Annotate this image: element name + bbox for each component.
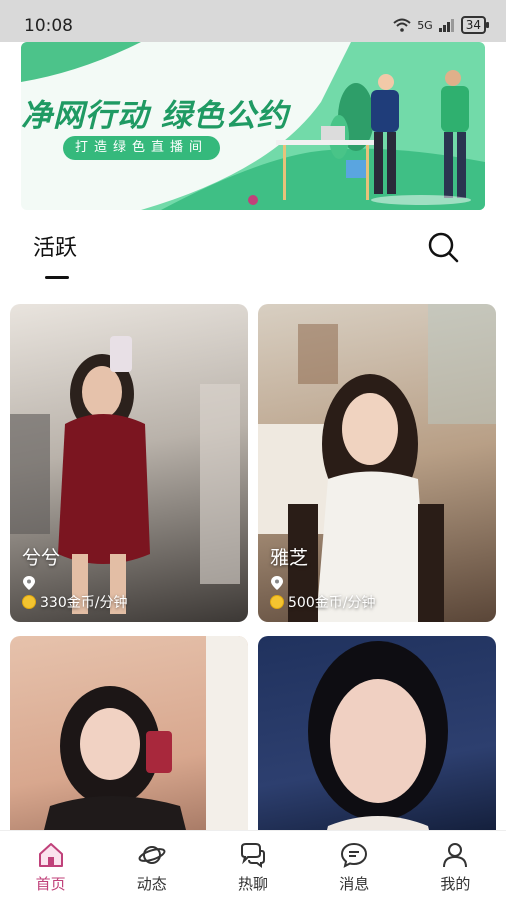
- nav-home-label: 首页: [35, 875, 66, 893]
- profile-photo: [10, 336, 240, 614]
- banner-subtitle: 打造绿色直播间: [63, 136, 221, 160]
- profile-price: 330金币/分钟: [22, 592, 127, 612]
- profile-photo: [258, 304, 496, 622]
- tab-active[interactable]: 活跃: [33, 230, 77, 262]
- nav-profile[interactable]: 我的: [405, 831, 506, 900]
- nav-messages-label: 消息: [339, 875, 370, 893]
- profile-photo: [308, 641, 448, 846]
- profile-name: 雅芝: [270, 547, 309, 569]
- user-icon: [443, 843, 468, 868]
- profile-card[interactable]: [258, 636, 496, 846]
- status-bar: 10:08 5G 34: [0, 0, 506, 42]
- profile-card[interactable]: 雅芝 500金币/分钟: [258, 304, 496, 622]
- tab-row: 活跃: [0, 220, 506, 290]
- nav-profile-label: 我的: [440, 875, 471, 893]
- price-label: 330金币/分钟: [40, 595, 128, 611]
- location-icon: [23, 576, 35, 590]
- profile-photo: [40, 636, 248, 846]
- message-icon: [341, 842, 368, 868]
- wifi-icon: [393, 18, 411, 32]
- nav-messages[interactable]: 消息: [304, 831, 405, 900]
- profile-price: 500金币/分钟: [270, 592, 375, 612]
- coin-icon: [22, 595, 36, 609]
- banner-title: 净网行动 绿色公约: [21, 98, 289, 134]
- search-icon[interactable]: [426, 230, 460, 264]
- nav-home[interactable]: 首页: [0, 831, 101, 900]
- tab-indicator: [45, 276, 69, 279]
- network-label: 5G: [417, 18, 433, 32]
- profile-name: 兮兮: [22, 547, 61, 569]
- profile-card[interactable]: [10, 636, 248, 846]
- planet-icon: [138, 846, 166, 864]
- price-label: 500金币/分钟: [288, 595, 376, 611]
- status-icons: 5G 34: [393, 16, 490, 34]
- nav-hotchat[interactable]: 热聊: [202, 831, 303, 900]
- location-icon: [271, 576, 283, 590]
- bottom-nav: 首页 动态 热聊 消息 我的: [0, 830, 506, 900]
- chat-bubbles-icon: [241, 843, 265, 868]
- status-time: 10:08: [24, 16, 73, 36]
- nav-moments[interactable]: 动态: [101, 831, 202, 900]
- nav-hotchat-label: 热聊: [238, 875, 269, 893]
- home-icon: [38, 843, 63, 867]
- promo-banner[interactable]: 净网行动 绿色公约 打造绿色直播间: [21, 42, 485, 210]
- nav-moments-label: 动态: [136, 875, 167, 893]
- signal-icon: [438, 19, 454, 32]
- coin-icon: [270, 595, 284, 609]
- battery-icon: 34: [460, 16, 490, 34]
- profile-card[interactable]: 兮兮 330金币/分钟: [10, 304, 248, 622]
